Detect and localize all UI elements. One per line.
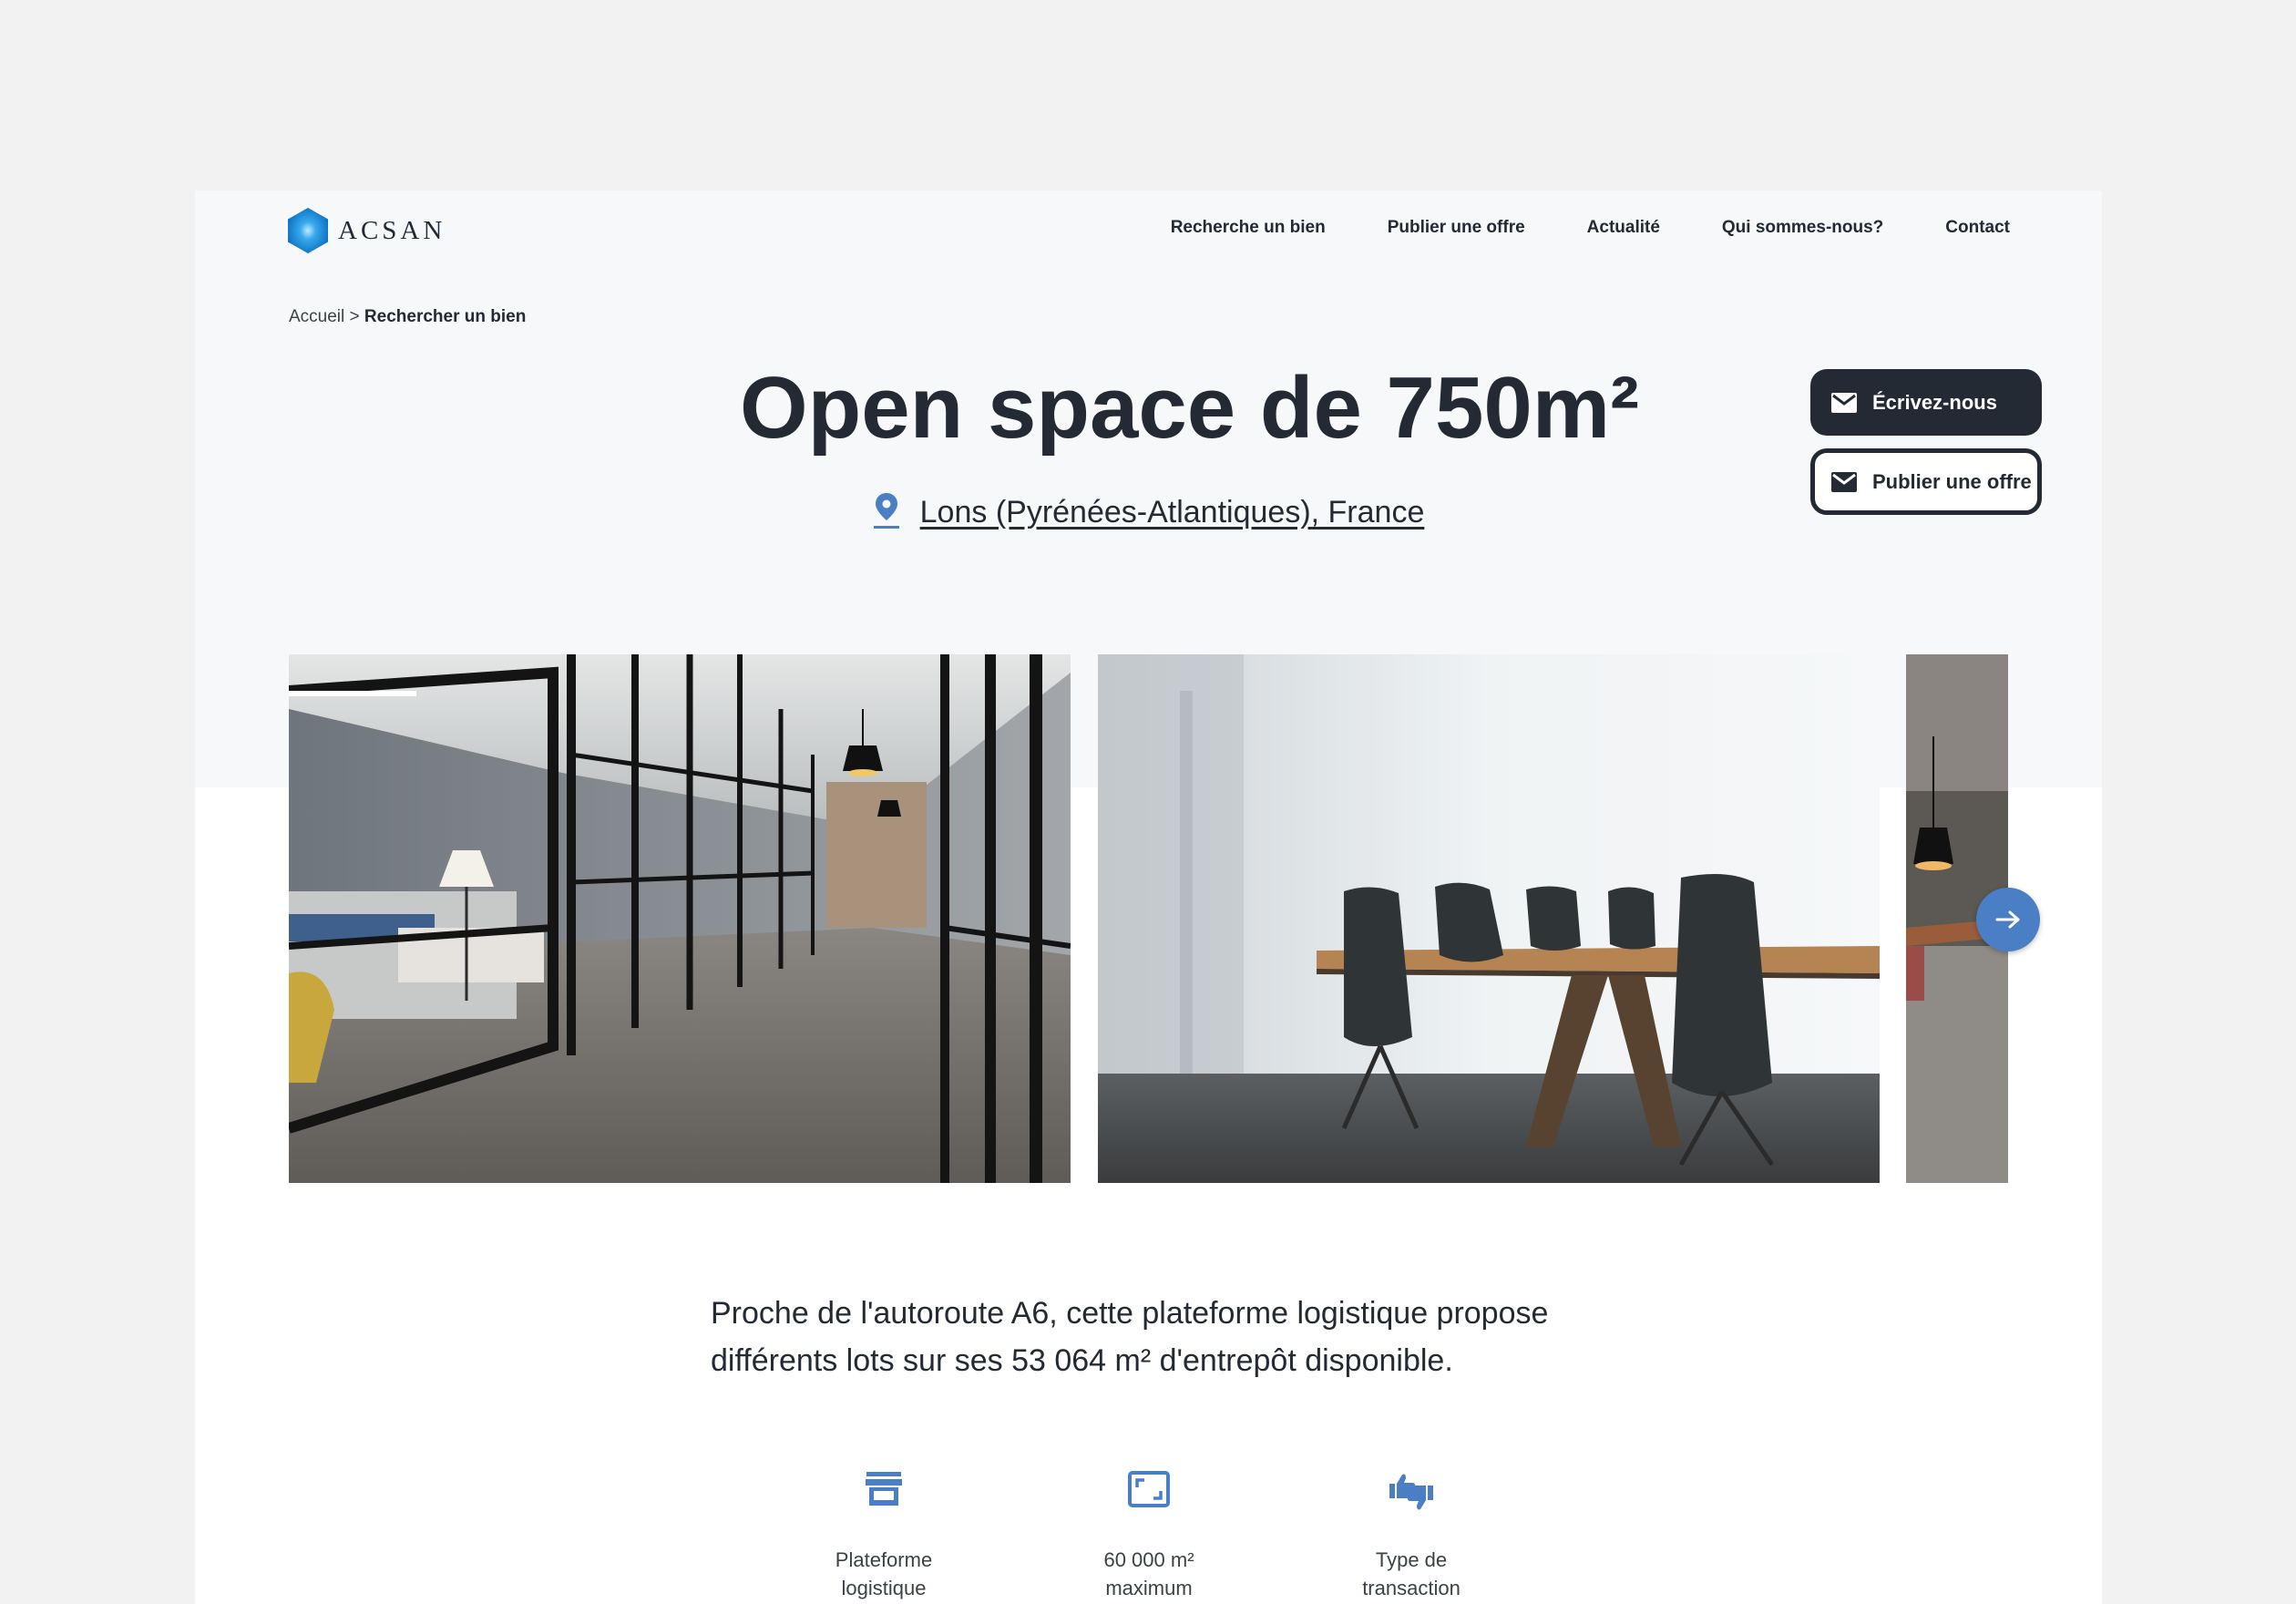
feature-transaction: Type de transaction <box>1320 1471 1502 1602</box>
nav-actualite[interactable]: Actualité <box>1587 218 1660 238</box>
breadcrumb: Accueil > Rechercher un bien <box>289 307 526 327</box>
feature-type: Plateforme logistique <box>793 1471 975 1602</box>
publish-offer-button-label: Publier une offre <box>1872 469 2032 493</box>
brand-name: ACSAN <box>338 215 446 245</box>
nav-contact[interactable]: Contact <box>1945 218 2010 238</box>
meeting-room-photo[interactable] <box>1098 654 1880 1183</box>
listing-description: Proche de l'autoroute A6, cette platefor… <box>711 1296 1549 1378</box>
page-card: ACSAN Recherche un bien Publier une offr… <box>195 190 2102 1604</box>
contact-button-label: Écrivez-nous <box>1872 390 1997 414</box>
office-corridor-photo[interactable] <box>289 654 1071 1183</box>
location-link[interactable]: Lons (Pyrénées-Atlantiques), France <box>920 495 1425 530</box>
feature-area-label: 60 000 m² maximum <box>1103 1548 1194 1599</box>
logo-hexagon-icon <box>288 208 328 253</box>
location-pin-icon <box>873 493 899 529</box>
nav-qui-sommes-nous[interactable]: Qui sommes-nous? <box>1722 218 1883 238</box>
publish-offer-button[interactable]: Publier une offre <box>1810 448 2042 515</box>
mail-icon <box>1831 392 1857 413</box>
nav-recherche[interactable]: Recherche un bien <box>1171 218 1326 238</box>
contact-button[interactable]: Écrivez-nous <box>1810 369 2042 436</box>
breadcrumb-separator: > <box>349 307 360 326</box>
feature-area: 60 000 m² maximum <box>1058 1471 1240 1602</box>
logo[interactable]: ACSAN <box>287 207 446 254</box>
main-nav: Recherche un bien Publier une offre Actu… <box>1171 218 2010 238</box>
breadcrumb-current: Rechercher un bien <box>364 307 527 326</box>
mail-icon <box>1831 471 1857 492</box>
nav-publier[interactable]: Publier une offre <box>1388 218 1525 238</box>
thumbs-icon <box>1389 1474 1433 1510</box>
store-icon <box>866 1472 902 1506</box>
gallery-next-button[interactable] <box>1976 888 2040 951</box>
area-icon <box>1128 1471 1170 1507</box>
breadcrumb-home[interactable]: Accueil <box>289 307 344 326</box>
feature-type-label: Plateforme logistique <box>835 1548 933 1599</box>
arrow-right-icon <box>1995 910 2020 929</box>
feature-transaction-label: Type de transaction <box>1362 1548 1461 1599</box>
